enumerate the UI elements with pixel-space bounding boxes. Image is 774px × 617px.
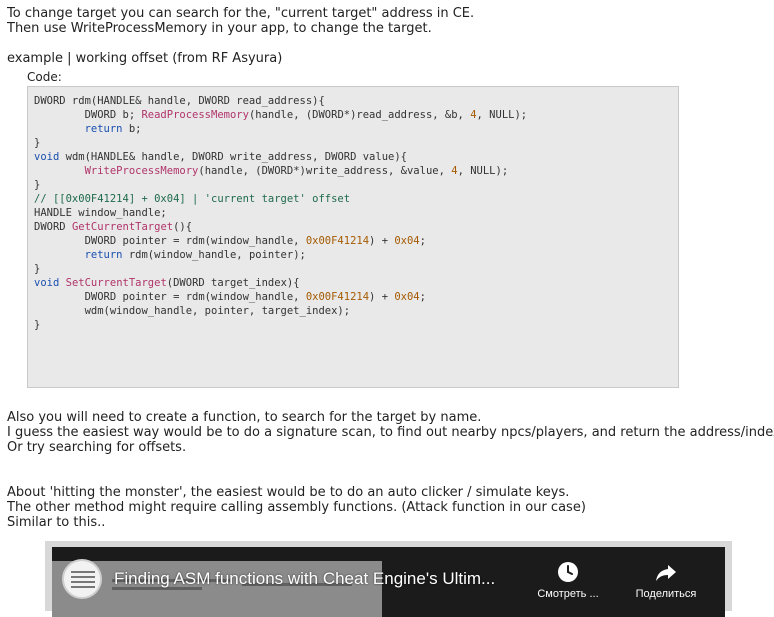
code-line: DWORD pointer = rdm(window_handle, 0x00F… [34, 234, 527, 248]
youtube-video-player[interactable]: Finding ASM functions with Cheat Engine'… [52, 547, 725, 617]
code-token: (handle, (DWORD*)read_address, &b, [248, 109, 471, 121]
code-line: wdm(window_handle, pointer, target_index… [34, 304, 527, 318]
code-token: } [34, 179, 41, 191]
code-token: rdm(window_handle, pointer); [122, 249, 306, 261]
also-line-2: I guess the easiest way would be to do a… [7, 425, 774, 440]
watch-later-button[interactable]: Смотреть ... [536, 560, 600, 617]
code-token-cmt: // [[0x00F41214] + 0x04] | 'current targ… [34, 193, 351, 205]
code-line: DWORD rdm(HANDLE& handle, DWORD read_add… [34, 94, 527, 108]
code-token: DWORD pointer = rdm(window_handle, [34, 235, 306, 247]
code-token: ; [419, 291, 426, 303]
code-token: } [34, 319, 41, 331]
code-lines: DWORD rdm(HANDLE& handle, DWORD read_add… [34, 94, 527, 332]
example-heading: example | working offset (from RF Asyura… [7, 51, 283, 66]
code-block[interactable]: DWORD rdm(HANDLE& handle, DWORD read_add… [27, 86, 679, 388]
code-token: HANDLE window_handle; [34, 207, 167, 219]
code-token-fn: GetCurrentTarget [71, 221, 174, 233]
share-arrow-icon [634, 560, 698, 584]
hitting-line-2: The other method might require calling a… [7, 500, 586, 515]
clock-icon [536, 560, 600, 584]
share-button[interactable]: Поделиться [634, 560, 698, 617]
code-line: return rdm(window_handle, pointer); [34, 248, 527, 262]
code-token-num: 0x00F41214 [305, 291, 370, 303]
code-token-fn: ReadProcessMemory [141, 109, 249, 121]
code-token: ) + [369, 291, 395, 303]
code-token: (DWORD target_index){ [166, 277, 300, 289]
intro-line-2: Then use WriteProcessMemory in your app,… [7, 21, 432, 36]
video-embed-frame: Finding ASM functions with Cheat Engine'… [45, 541, 732, 617]
code-token-kw: void [34, 277, 60, 289]
code-line: } [34, 178, 527, 192]
also-line-1: Also you will need to create a function,… [7, 410, 482, 425]
code-token: DWORD b; [34, 109, 142, 121]
code-token: ; [419, 235, 426, 247]
code-line: DWORD GetCurrentTarget(){ [34, 220, 527, 234]
code-token-fn: WriteProcessMemory [84, 165, 199, 177]
code-token-kw: return [84, 123, 123, 135]
hitting-line-1: About 'hitting the monster', the easiest… [7, 485, 570, 500]
code-line: void SetCurrentTarget(DWORD target_index… [34, 276, 527, 290]
code-token-fn: SetCurrentTarget [65, 277, 167, 289]
code-token: , NULL); [457, 165, 509, 177]
code-token: } [34, 137, 41, 149]
code-token: (){ [173, 221, 193, 233]
code-label: Code: [27, 70, 62, 84]
code-token-num: 0x04 [394, 291, 420, 303]
watch-later-label: Смотреть ... [537, 588, 599, 600]
also-line-3: Or try searching for offsets. [7, 440, 187, 455]
code-line: WriteProcessMemory(handle, (DWORD*)write… [34, 164, 527, 178]
channel-avatar[interactable] [62, 559, 102, 599]
code-token: ) + [369, 235, 395, 247]
code-token: , NULL); [476, 109, 528, 121]
code-line: // [[0x00F41214] + 0x04] | 'current targ… [34, 192, 527, 206]
code-line: DWORD b; ReadProcessMemory(handle, (DWOR… [34, 108, 528, 122]
code-token: wdm(HANDLE& handle, DWORD write_address,… [59, 151, 407, 163]
code-line: } [34, 262, 527, 276]
code-token: DWORD rdm(HANDLE& handle, DWORD read_add… [34, 95, 325, 107]
code-token: DWORD [34, 221, 72, 233]
code-token: (handle, (DWORD*)write_address, &value, [198, 165, 452, 177]
code-token-kw: return [84, 249, 123, 261]
code-token: wdm(window_handle, pointer, target_index… [34, 305, 351, 317]
hitting-line-3: Similar to this.. [7, 515, 106, 530]
code-token-kw: void [34, 151, 60, 163]
code-line: void wdm(HANDLE& handle, DWORD write_add… [34, 150, 527, 164]
code-token: } [34, 263, 41, 275]
video-title[interactable]: Finding ASM functions with Cheat Engine'… [114, 569, 495, 589]
code-token: b; [122, 123, 142, 135]
intro-line-1: To change target you can search for the,… [7, 6, 475, 21]
code-line: HANDLE window_handle; [34, 206, 527, 220]
code-line: } [34, 318, 527, 332]
code-line: DWORD pointer = rdm(window_handle, 0x00F… [34, 290, 527, 304]
code-line: } [34, 136, 527, 150]
code-token-num: 0x00F41214 [305, 235, 370, 247]
code-token-num: 0x04 [394, 235, 420, 247]
code-token: DWORD pointer = rdm(window_handle, [34, 291, 306, 303]
code-line: return b; [34, 122, 527, 136]
share-label: Поделиться [635, 588, 697, 600]
